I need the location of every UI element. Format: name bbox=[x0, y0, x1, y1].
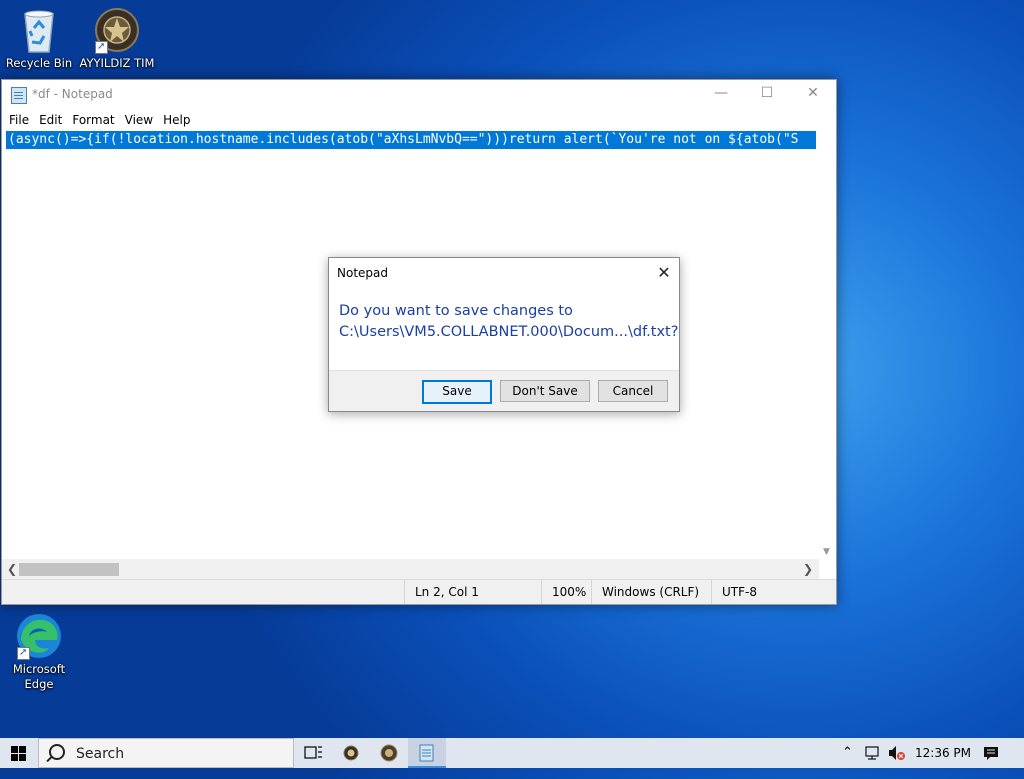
volume-muted-icon[interactable] bbox=[886, 738, 908, 768]
cancel-button[interactable]: Cancel bbox=[598, 380, 668, 402]
menu-bar: File Edit Format View Help bbox=[2, 109, 836, 131]
dont-save-button[interactable]: Don't Save bbox=[500, 380, 590, 402]
action-center-icon[interactable] bbox=[982, 738, 1000, 768]
dialog-message: Do you want to save changes to C:\Users\… bbox=[339, 301, 679, 343]
scroll-left-icon[interactable]: ❮ bbox=[7, 562, 17, 576]
desktop-icon-label: AYYILDIZ TIM bbox=[79, 56, 155, 70]
taskbar-clock[interactable]: 12:36 PM bbox=[915, 738, 971, 768]
selected-text-line[interactable]: (async()=>{if(!location.hostname.include… bbox=[6, 131, 816, 149]
recycle-bin-icon bbox=[15, 6, 63, 54]
menu-file[interactable]: File bbox=[4, 113, 34, 127]
horizontal-scrollbar[interactable]: ❮ ❯ bbox=[2, 559, 819, 580]
edge-icon bbox=[15, 612, 63, 660]
dialog-footer: Save Don't Save Cancel bbox=[329, 370, 679, 411]
dialog-close-icon[interactable]: ✕ bbox=[653, 262, 675, 284]
menu-help[interactable]: Help bbox=[158, 113, 195, 127]
horizontal-scroll-thumb[interactable] bbox=[19, 563, 119, 576]
desktop-icon-microsoft-edge[interactable]: Microsoft Edge bbox=[1, 612, 77, 692]
minimize-button[interactable]: — bbox=[698, 80, 744, 109]
menu-view[interactable]: View bbox=[120, 113, 158, 127]
task-view-icon bbox=[304, 746, 322, 759]
dialog-message-line2: C:\Users\VM5.COLLABNET.000\Docum...\df.t… bbox=[339, 324, 679, 340]
window-title: *df - Notepad bbox=[32, 87, 113, 101]
windows-logo-icon bbox=[11, 746, 26, 761]
notepad-icon bbox=[11, 87, 27, 104]
emblem-icon bbox=[343, 745, 359, 761]
menu-format[interactable]: Format bbox=[67, 113, 119, 127]
search-placeholder: Search bbox=[76, 746, 125, 762]
vertical-scrollbar[interactable]: ▼ bbox=[819, 131, 836, 559]
desktop-icon-label: Recycle Bin bbox=[5, 56, 73, 70]
scroll-down-icon[interactable]: ▼ bbox=[823, 547, 830, 557]
task-view-button[interactable] bbox=[294, 738, 332, 768]
menu-edit[interactable]: Edit bbox=[34, 113, 67, 127]
start-button[interactable] bbox=[0, 738, 36, 768]
close-button[interactable]: ✕ bbox=[790, 80, 836, 109]
scroll-right-icon[interactable]: ❯ bbox=[803, 562, 813, 576]
dialog-message-line1: Do you want to save changes to bbox=[339, 303, 573, 319]
network-icon[interactable] bbox=[864, 738, 886, 768]
emblem-icon bbox=[380, 744, 398, 762]
desktop-icon-recycle-bin[interactable]: Recycle Bin bbox=[1, 6, 77, 71]
show-hidden-icons[interactable]: ⌃ bbox=[842, 738, 853, 768]
emblem-icon bbox=[93, 6, 141, 54]
taskbar-app-emblem-1[interactable] bbox=[332, 738, 370, 768]
desktop-icon-ayyildiz-tim[interactable]: AYYILDIZ TIM bbox=[79, 6, 155, 71]
taskbar-app-emblem-2[interactable] bbox=[370, 738, 408, 768]
shortcut-arrow-icon bbox=[95, 39, 108, 54]
shortcut-arrow-icon bbox=[17, 645, 30, 660]
status-position: Ln 2, Col 1 bbox=[404, 580, 479, 604]
title-bar[interactable]: *df - Notepad — ☐ ✕ bbox=[2, 80, 836, 109]
desktop-icon-label: Microsoft Edge bbox=[12, 662, 66, 691]
save-changes-dialog: Notepad ✕ Do you want to save changes to… bbox=[328, 257, 680, 412]
status-line-ending: Windows (CRLF) bbox=[591, 580, 699, 604]
save-button[interactable]: Save bbox=[422, 380, 492, 404]
maximize-button[interactable]: ☐ bbox=[744, 80, 790, 109]
taskbar-app-notepad[interactable] bbox=[408, 738, 446, 768]
status-bar: Ln 2, Col 1 100% Windows (CRLF) UTF-8 bbox=[2, 579, 836, 604]
dialog-title: Notepad bbox=[337, 266, 388, 280]
status-zoom: 100% bbox=[541, 580, 586, 604]
notepad-icon bbox=[419, 744, 434, 762]
taskbar: Search ⌃ 12:36 PM bbox=[0, 738, 1024, 768]
taskbar-search[interactable]: Search bbox=[38, 738, 294, 768]
search-icon bbox=[49, 744, 65, 760]
status-encoding: UTF-8 bbox=[711, 580, 757, 604]
